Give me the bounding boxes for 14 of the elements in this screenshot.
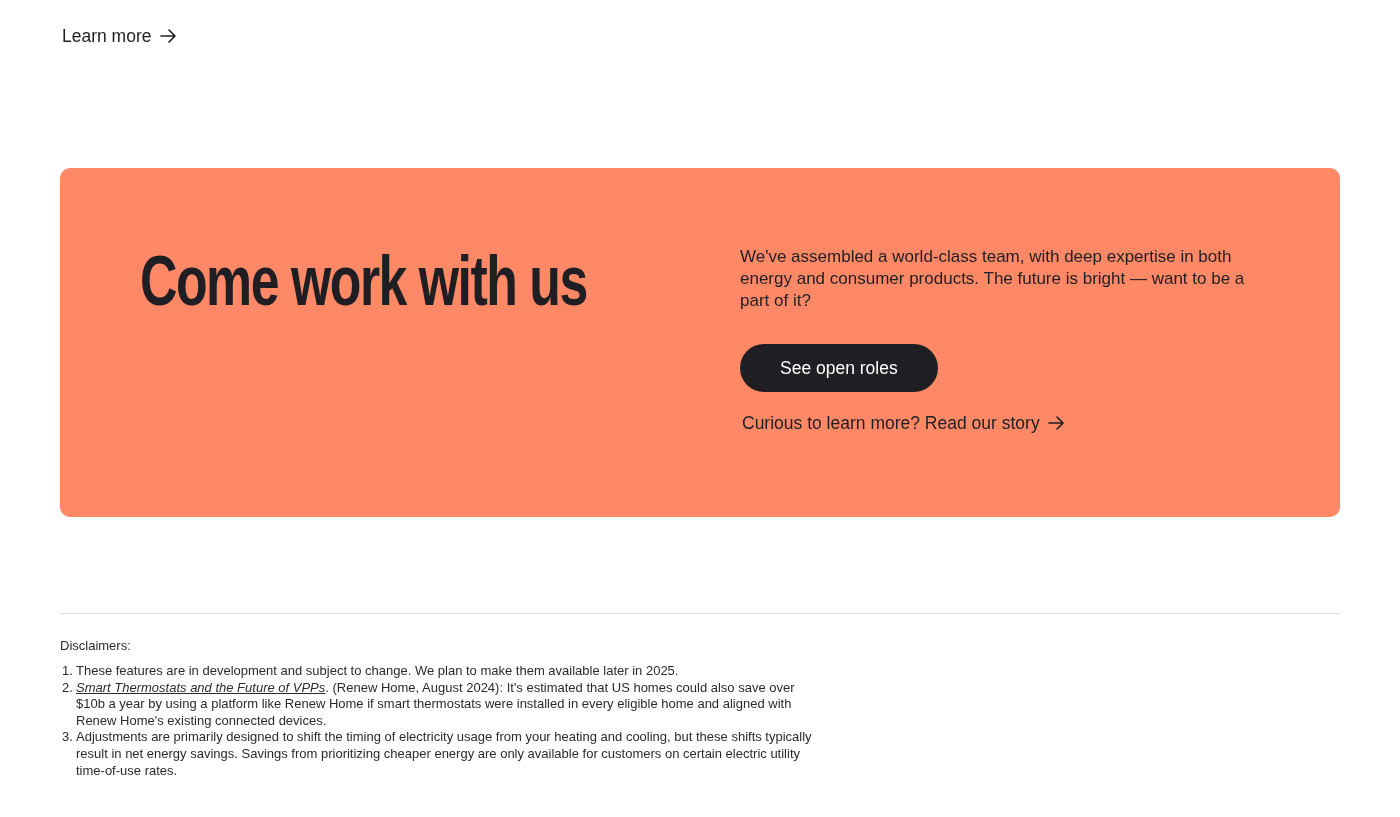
- arrow-right-icon: [159, 29, 176, 43]
- list-number: 1.: [61, 663, 74, 680]
- arrow-right-icon: [1047, 416, 1064, 430]
- disclaimer-text: Smart Thermostats and the Future of VPPs. (Renew Home, August 2024): It's estimated that US homes could also save over $10b a year by using a platform like Renew Home if smart thermostats were installed in every eligible home and aligned with Renew Home's existing connected devices.: [76, 679, 796, 730]
- list-number: 2.: [61, 679, 74, 697]
- read-story-link[interactable]: Curious to learn more? Read our story: [742, 412, 1064, 434]
- banner-heading: Come work with us: [140, 246, 587, 316]
- disclaimers-title: Disclaimers:: [60, 638, 132, 654]
- disclaimer-text: Adjustments are primarily designed to shift the timing of electricity usage from your heating and cooling, but these shifts typically result in net energy savings. Savings from prioritizing cheaper energy are only available for customers on certain electric utility time-of-use rates.: [76, 729, 813, 780]
- list-number: 3.: [61, 729, 74, 746]
- banner-text: We've assembled a world-class team, with deep expertise in both energy and consumer products. The future is bright — want to be a part of it?: [740, 246, 1246, 312]
- learn-more-link[interactable]: Learn more: [62, 25, 176, 47]
- disclaimer-text: These features are in development and subject to change. We plan to make them available later in 2025.: [76, 663, 680, 680]
- see-open-roles-button[interactable]: See open roles: [740, 344, 938, 392]
